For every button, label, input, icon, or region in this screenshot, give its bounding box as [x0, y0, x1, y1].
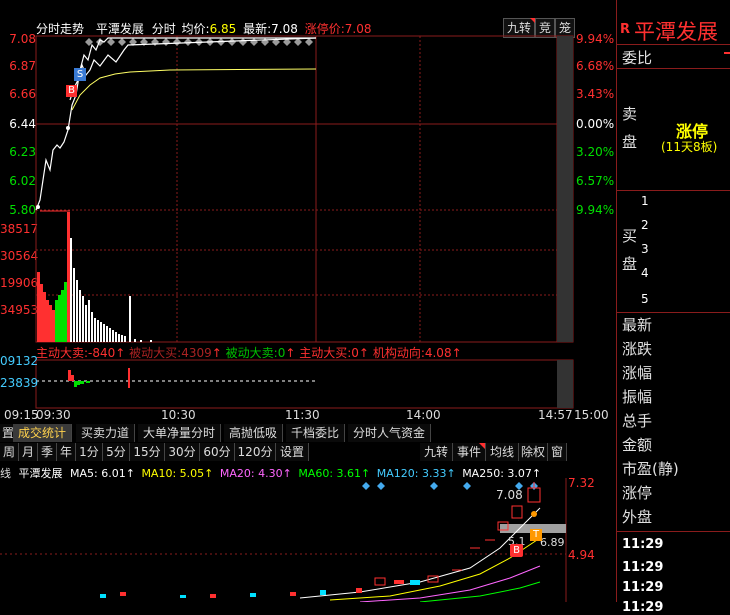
price-dot [66, 126, 70, 130]
flow-axis-label: 23839 [0, 376, 39, 390]
period-120min[interactable]: 120分 [235, 443, 276, 461]
weibi-label: 委比 [622, 49, 653, 67]
event-marker-icon [479, 443, 485, 449]
buy-level-4: 4 [641, 266, 649, 280]
kline-price-high: 7.32 [568, 476, 595, 490]
stat-pe-static: 市盈(静) [622, 460, 679, 478]
buy-marker-b[interactable]: B [66, 85, 77, 97]
period-quarter[interactable]: 季 [38, 443, 57, 461]
sell-side-label: 卖盘 [622, 105, 638, 151]
tab-trade-stats[interactable]: 成交统计 [13, 424, 73, 442]
tab-popularity-funds[interactable]: 分时人气资金 [348, 424, 432, 442]
kline-jiuzhuan-button[interactable]: 九转 [420, 443, 453, 461]
right-stock-title: 平潭发展 [634, 20, 718, 44]
sell-marker-s[interactable]: S [74, 68, 86, 81]
buy-level-1: 1 [641, 194, 649, 208]
tab-big-order-net[interactable]: 大单净量分时 [138, 424, 222, 442]
period-year[interactable]: 年 [57, 443, 76, 461]
stat-amount: 金额 [622, 436, 653, 454]
stat-limit-up: 涨停 [622, 484, 653, 502]
time-label: 14:57 [538, 408, 573, 422]
tab-high-low[interactable]: 高抛低吸 [224, 424, 284, 442]
period-1min[interactable]: 1分 [76, 443, 103, 461]
stat-amplitude: 振幅 [622, 388, 653, 406]
period-5min[interactable]: 5分 [103, 443, 130, 461]
kline-exright-button[interactable]: 除权 [519, 443, 548, 461]
period-week[interactable]: 周 [0, 443, 19, 461]
stock-title-bar: R 平潭发展 [617, 16, 730, 44]
kline-mid-label: 6.89 [540, 536, 565, 549]
flow-summary: 主动大卖:-840↑ 被动大买:4309↑ 被动大卖:0↑ 主动大买:0↑ 机构… [36, 346, 462, 360]
time-label: 11:30 [285, 408, 320, 422]
tick-time: 11:29 [622, 600, 664, 615]
time-label: 10:30 [161, 408, 196, 422]
tick-time: 11:29 [622, 580, 664, 595]
kline-high-label: 7.08 [496, 488, 523, 502]
stat-outer-volume: 外盘 [622, 508, 653, 526]
period-15min[interactable]: 15分 [130, 443, 165, 461]
kline-ma-button[interactable]: 均线 [486, 443, 519, 461]
kline-price-low: 4.94 [568, 548, 595, 562]
stat-change: 涨跌 [622, 340, 653, 358]
period-month[interactable]: 月 [19, 443, 38, 461]
buy-level-2: 2 [641, 218, 649, 232]
buy-level-5: 5 [641, 292, 649, 306]
stat-latest: 最新 [622, 316, 653, 334]
kline-buy-marker-b[interactable]: B [510, 544, 523, 557]
tab-buy-sell-power[interactable]: 买卖力道 [76, 424, 136, 442]
right-panel-divider [616, 0, 617, 602]
avg-line [71, 68, 317, 111]
r-badge: R [620, 22, 631, 37]
tick-time: 11:29 [622, 537, 664, 552]
period-settings[interactable]: 设置 [276, 443, 309, 461]
tick-time: 11:29 [622, 560, 664, 575]
period-30min[interactable]: 30分 [165, 443, 200, 461]
tab-depth-ratio[interactable]: 千档委比 [286, 424, 346, 442]
period-60min[interactable]: 60分 [200, 443, 235, 461]
kline-marker-t[interactable]: T [530, 529, 542, 541]
limit-up-sub: (11天8板) [661, 140, 718, 154]
price-dot [36, 205, 40, 209]
time-label: 09:30 [36, 408, 71, 422]
time-label: 09:15 [4, 408, 39, 422]
flow-bars [68, 368, 130, 388]
ma60-line [419, 581, 541, 602]
stat-change-pct: 涨幅 [622, 364, 653, 382]
time-label: 15:00 [574, 408, 609, 422]
candles [100, 482, 541, 598]
buy-side-label: 买盘 [622, 227, 638, 273]
kline-window-button[interactable]: 窗 [548, 443, 567, 461]
time-label: 14:00 [406, 408, 441, 422]
flow-axis-label: 09132 [0, 354, 39, 368]
stat-volume: 总手 [622, 412, 653, 430]
volume-bars [37, 212, 152, 342]
weibi-marker [724, 52, 730, 54]
buy-level-3: 3 [641, 242, 649, 256]
